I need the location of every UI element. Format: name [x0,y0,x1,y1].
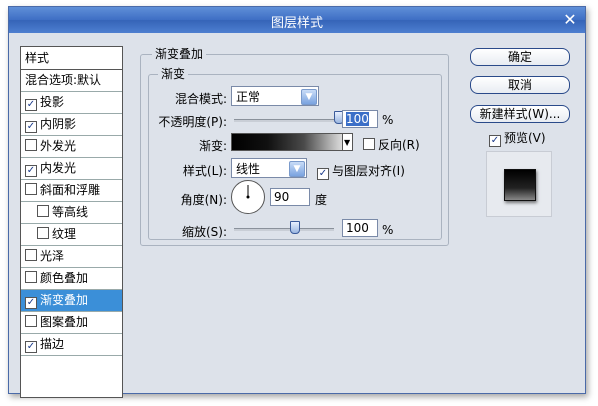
sidebar-item-label: 等高线 [52,205,89,219]
cancel-button[interactable]: 取消 [470,76,570,94]
gradient-label: 渐变: [198,139,227,153]
sidebar-item-checkbox[interactable]: ✓ [25,341,37,353]
opacity-label: 不透明度(P): [158,115,227,129]
layer-style-dialog: 图层样式 ✕ 样式 混合选项:默认 ✓ 投影 ✓ 内阴影 外发光 ✓ 内发光 斜面和浮雕 等高线纹… [8,6,586,398]
scale-value: 100 [346,221,369,235]
sidebar-item[interactable]: ✓ 投影 [21,92,122,114]
sidebar-item-checkbox[interactable] [37,205,49,217]
sidebar-item-checkbox[interactable]: ✓ [25,297,37,309]
sidebar-item-label: 斜面和浮雕 [40,183,101,197]
sidebar-item[interactable]: ✓ 内发光 [21,158,122,180]
sidebar-item-checkbox[interactable] [25,183,37,195]
scale-label: 缩放(S): [181,225,227,239]
style-value: 线性 [236,162,261,176]
scale-slider-track[interactable] [234,228,334,231]
blend-mode-dropdown-icon[interactable]: ▼ [301,89,317,105]
preview-checkbox-row[interactable]: ✓ 预览(V) [489,129,546,147]
sidebar-item-label: 内发光 [40,161,77,175]
scale-input[interactable]: 100 [342,219,378,237]
align-with-layer-label: 与图层对齐(I) [332,164,405,178]
blend-mode-select[interactable]: 正常 ▼ [231,86,319,106]
title-bar: 图层样式 ✕ [9,7,585,33]
sidebar-item-label: 图案叠加 [40,315,89,329]
angle-dial-needle [246,185,250,199]
opacity-value: 100 [346,112,369,126]
ok-button[interactable]: 确定 [470,48,570,66]
reverse-checkbox[interactable] [363,138,375,150]
style-preview-swatch [504,169,536,201]
reverse-checkbox-row[interactable]: 反向(R) [363,136,420,153]
sidebar-item-checkbox[interactable] [37,227,49,239]
sidebar-item-checkbox[interactable] [25,271,37,283]
sidebar-item-label: 混合选项:默认 [25,73,102,87]
sidebar-item[interactable]: 外发光 [21,136,122,158]
sidebar-item-label: 投影 [40,95,65,109]
gradient-dropdown[interactable]: ▼ [342,133,353,151]
angle-label: 角度(N): [180,193,227,207]
angle-unit: 度 [315,193,328,207]
preview-checkbox[interactable]: ✓ [489,135,501,147]
sidebar-item[interactable]: 图案叠加 [21,312,122,334]
sidebar-item-label: 渐变叠加 [40,293,89,307]
sidebar-item-label: 纹理 [52,227,77,241]
blend-mode-value: 正常 [236,90,261,104]
angle-dial[interactable] [231,180,265,214]
new-style-button[interactable]: 新建样式(W)... [470,105,570,123]
styles-list: 样式 混合选项:默认 ✓ 投影 ✓ 内阴影 外发光 ✓ 内发光 斜面和浮雕 等高线 纹理 光泽 颜色叠加… [20,46,123,398]
scale-unit: % [382,223,394,237]
scale-slider-thumb[interactable] [290,221,300,234]
sidebar-item-checkbox[interactable] [25,249,37,261]
close-icon[interactable]: ✕ [561,11,579,29]
opacity-input[interactable]: 100 [342,110,378,128]
reverse-label: 反向(R) [378,138,420,152]
gradient-overlay-title: 渐变叠加 [152,45,207,62]
sidebar-item[interactable]: ✓ 描边 [21,334,122,356]
sidebar-item-label: 光泽 [40,249,65,263]
style-label: 样式(L): [182,164,227,178]
sidebar-item-checkbox[interactable] [25,315,37,327]
sidebar-item[interactable]: 等高线 [21,202,122,224]
sidebar-item-checkbox[interactable]: ✓ [25,165,37,177]
sidebar-item[interactable]: 颜色叠加 [21,268,122,290]
sidebar-item[interactable]: ✓ 内阴影 [21,114,122,136]
opacity-unit: % [382,113,394,127]
sidebar-item[interactable]: 混合选项:默认 [21,70,122,92]
gradient-dropdown-icon[interactable]: ▼ [344,134,350,152]
sidebar-item-checkbox[interactable]: ✓ [25,99,37,111]
opacity-slider-track[interactable] [234,119,338,122]
styles-list-header[interactable]: 样式 [21,47,122,70]
sidebar-item[interactable]: 光泽 [21,246,122,268]
sidebar-item-checkbox[interactable] [25,139,37,151]
sidebar-item-checkbox[interactable]: ✓ [25,121,37,133]
sidebar-item-label: 外发光 [40,139,77,153]
preview-label: 预览(V) [504,131,546,145]
gradient-swatch[interactable] [231,133,353,151]
style-dropdown-icon[interactable]: ▼ [289,161,305,177]
sidebar-item[interactable]: 斜面和浮雕 [21,180,122,202]
style-preview [486,151,552,217]
align-with-layer-checkbox[interactable]: ✓ [317,168,329,180]
style-select[interactable]: 线性 ▼ [231,158,307,178]
sidebar-item-label: 内阴影 [40,117,77,131]
gradient-subgroup-title: 渐变 [158,65,189,82]
align-with-layer-row[interactable]: ✓ 与图层对齐(I) [317,162,405,180]
sidebar-item-label: 颜色叠加 [40,271,89,285]
angle-value: 90 [274,190,290,204]
sidebar-item-label: 描边 [40,337,65,351]
dialog-title: 图层样式 [270,16,323,31]
sidebar-item[interactable]: 纹理 [21,224,122,246]
blend-mode-label: 混合模式: [174,92,227,106]
angle-input[interactable]: 90 [270,188,310,206]
sidebar-item[interactable]: ✓ 渐变叠加 [21,290,122,312]
